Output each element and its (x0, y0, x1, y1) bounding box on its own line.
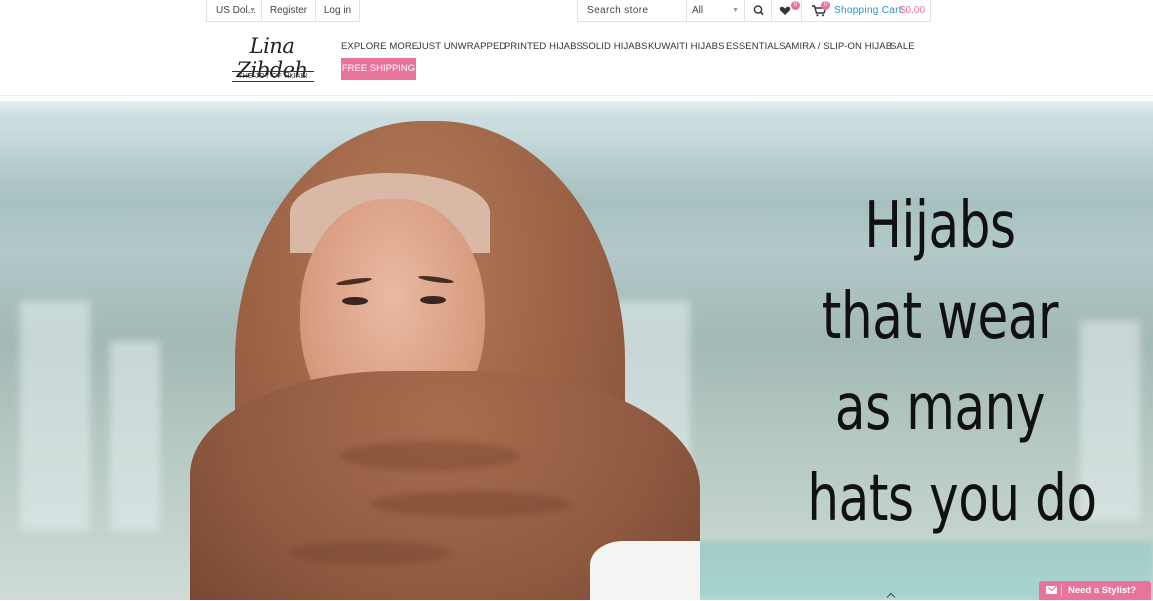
eye (342, 297, 368, 305)
fabric-fold (290, 541, 450, 565)
chevron-down-icon: ▼ (249, 7, 256, 14)
hero-line-1: Hijabs (864, 189, 1016, 263)
search-input[interactable]: Search store (577, 0, 687, 22)
hero-line-2: that wear (821, 280, 1059, 354)
site-logo[interactable]: Lina Zibdeh THE JOY OF HIJAB! (218, 32, 326, 88)
search-category-select[interactable]: All ▼ (687, 0, 745, 22)
cart-total: $0.00 (900, 5, 926, 16)
nav-item-amira-slip-on-hijab[interactable]: AMIRA / SLIP-ON HIJAB (785, 41, 892, 52)
logo-tagline: THE JOY OF HIJAB! (232, 71, 314, 82)
free-shipping-button[interactable]: FREE SHIPPING (341, 58, 416, 80)
hero-banner[interactable]: Hijabs that wear as many hats you do (0, 101, 1153, 600)
hero-line-4: hats you do (807, 462, 1097, 536)
nav-item-solid-hijabs[interactable]: SOLID HIJABS (582, 41, 648, 52)
nav-item-essentials[interactable]: ESSENTIALS (726, 41, 786, 52)
currency-selector[interactable]: US Dol... ▼ (206, 0, 262, 22)
shirt-shape (590, 541, 700, 600)
site-header: Lina Zibdeh THE JOY OF HIJAB! EXPLORE MO… (0, 22, 1153, 96)
need-a-stylist-button[interactable]: Need a Stylist? (1039, 581, 1151, 600)
cart-label: Shopping Cart (834, 5, 902, 16)
hero-headline: Hijabs that wear as many hats you do (807, 181, 1097, 545)
cart-count-badge: 0 (821, 1, 830, 10)
top-utility-bar: US Dol... ▼ Register Log in Search store… (0, 0, 1153, 22)
register-link[interactable]: Register (262, 0, 316, 22)
shopping-cart-button[interactable]: 0 Shopping Cart $0.00 (802, 0, 931, 22)
nav-item-kuwaiti-hijabs[interactable]: KUWAITI HIJABS (648, 41, 725, 52)
login-link[interactable]: Log in (316, 0, 360, 22)
fabric-fold (370, 491, 570, 517)
hero-model-image (170, 121, 730, 600)
eye (420, 296, 446, 304)
hero-ledge (0, 101, 1153, 115)
search-icon (753, 5, 764, 16)
nav-item-sale[interactable]: SALE (890, 41, 915, 52)
mail-icon (1046, 586, 1057, 594)
search-category-value: All (692, 5, 704, 16)
brow (335, 276, 373, 287)
stylist-label: Need a Stylist? (1068, 585, 1137, 596)
nav-item-printed-hijabs[interactable]: PRINTED HIJABS (504, 41, 583, 52)
brow (417, 274, 455, 285)
background-building (20, 301, 90, 531)
wishlist-button[interactable]: 0 (772, 0, 802, 22)
search-button[interactable] (745, 0, 772, 22)
widget-divider (1061, 584, 1062, 597)
hero-line-3: as many (834, 371, 1046, 445)
background-building (110, 341, 160, 531)
nav-item-explore-more[interactable]: EXPLORE MORE (341, 41, 418, 52)
nav-item-just-unwrapped[interactable]: JUST UNWRAPPED (417, 41, 506, 52)
chevron-down-icon: ▼ (732, 7, 739, 14)
fabric-fold (340, 441, 520, 471)
wishlist-count-badge: 0 (791, 1, 800, 10)
